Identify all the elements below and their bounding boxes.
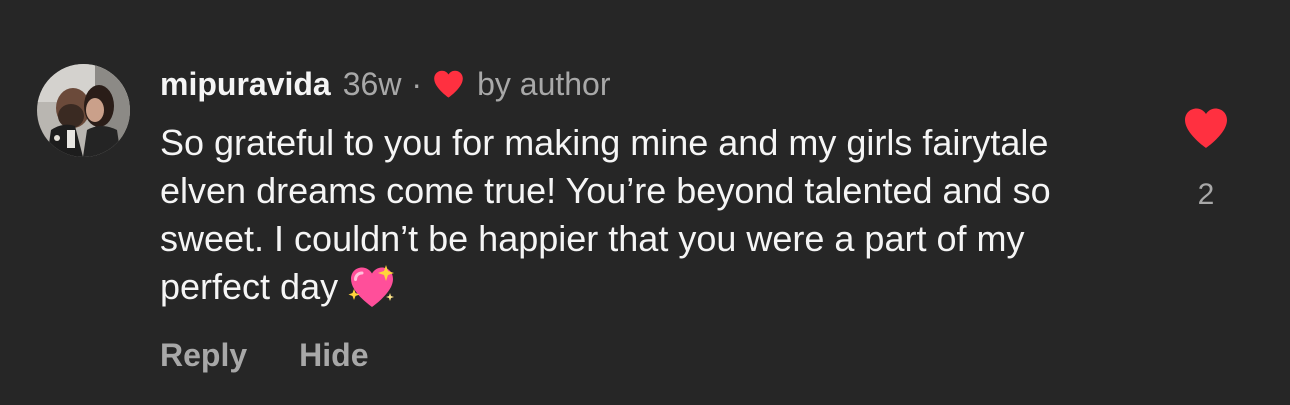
like-button[interactable]	[1182, 106, 1230, 150]
avatar-photo	[37, 64, 130, 157]
timestamp: 36w	[342, 65, 402, 102]
hide-button[interactable]: Hide	[299, 337, 368, 374]
comment-header: mipuravida 36w · by author	[160, 64, 611, 104]
comment-text: So grateful to you for making mine and m…	[160, 122, 1051, 307]
separator-dot: ·	[411, 65, 423, 102]
comment-row: mipuravida 36w · by author So grateful t…	[0, 0, 1290, 405]
username[interactable]: mipuravida	[160, 66, 331, 103]
sparkling-heart-icon	[346, 263, 396, 309]
comment-text-block: So grateful to you for making mine and m…	[160, 119, 1120, 311]
heart-icon	[1185, 108, 1227, 148]
like-count[interactable]: 2	[1180, 178, 1232, 212]
reply-button[interactable]: Reply	[160, 337, 247, 374]
comment-actions: Reply Hide	[160, 335, 368, 375]
avatar[interactable]	[37, 64, 130, 157]
liked-by-author-label: by author	[477, 65, 611, 102]
heart-icon	[432, 69, 465, 99]
